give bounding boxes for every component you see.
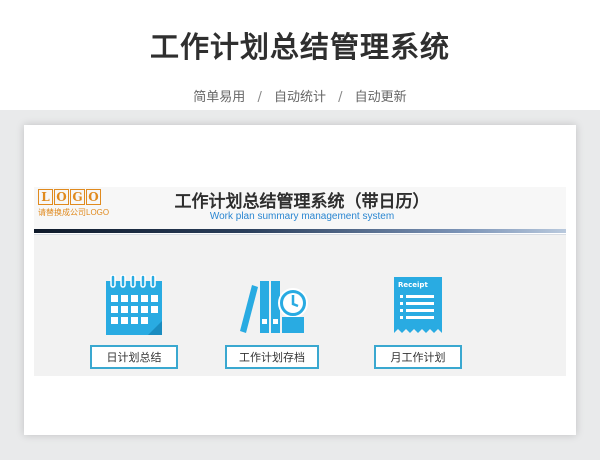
monthly-plan-button[interactable]: 月工作计划 xyxy=(374,345,462,369)
plan-archive-button[interactable]: 工作计划存档 xyxy=(225,345,319,369)
logo-letter: G xyxy=(70,189,85,205)
archive-binders-clock-icon[interactable] xyxy=(236,275,308,337)
page-title: 工作计划总结管理系统 xyxy=(149,30,450,64)
tagline-item: 自动更新 xyxy=(354,90,407,105)
tagline-separator: / xyxy=(257,90,262,105)
logo-caption: 请替换成公司LOGO xyxy=(38,208,110,217)
page-tagline: 简单易用 / 自动统计 / 自动更新 xyxy=(0,86,600,105)
company-logo: L O G O 请替换成公司LOGO xyxy=(38,189,112,229)
tile-daily-summary[interactable]: 日计划总结 xyxy=(84,275,184,369)
system-preview-card: L O G O 请替换成公司LOGO 工作计划总结管理系统（带日历） Work … xyxy=(24,125,576,435)
menu-area: 日计划总结 工作计划存档 Receipt 月工作计划 xyxy=(34,235,566,376)
system-header: L O G O 请替换成公司LOGO 工作计划总结管理系统（带日历） Work … xyxy=(34,187,566,229)
tile-monthly-plan[interactable]: Receipt 月工作计划 xyxy=(368,275,468,369)
daily-summary-button[interactable]: 日计划总结 xyxy=(90,345,178,369)
receipt-icon[interactable]: Receipt xyxy=(388,275,448,337)
system-subtitle: Work plan summary management system xyxy=(209,211,395,222)
tagline-item: 自动统计 xyxy=(273,90,326,105)
logo-letter: O xyxy=(54,189,69,205)
tagline-separator: / xyxy=(338,90,343,105)
system-title: 工作计划总结管理系统（带日历） xyxy=(174,192,430,212)
logo-letter: L xyxy=(38,189,53,205)
header-divider xyxy=(34,229,566,233)
calendar-icon[interactable] xyxy=(104,275,164,337)
logo-letter: O xyxy=(86,189,101,205)
tile-plan-archive[interactable]: 工作计划存档 xyxy=(222,275,322,369)
receipt-icon-text: Receipt xyxy=(398,281,428,289)
tagline-item: 简单易用 xyxy=(193,90,246,105)
